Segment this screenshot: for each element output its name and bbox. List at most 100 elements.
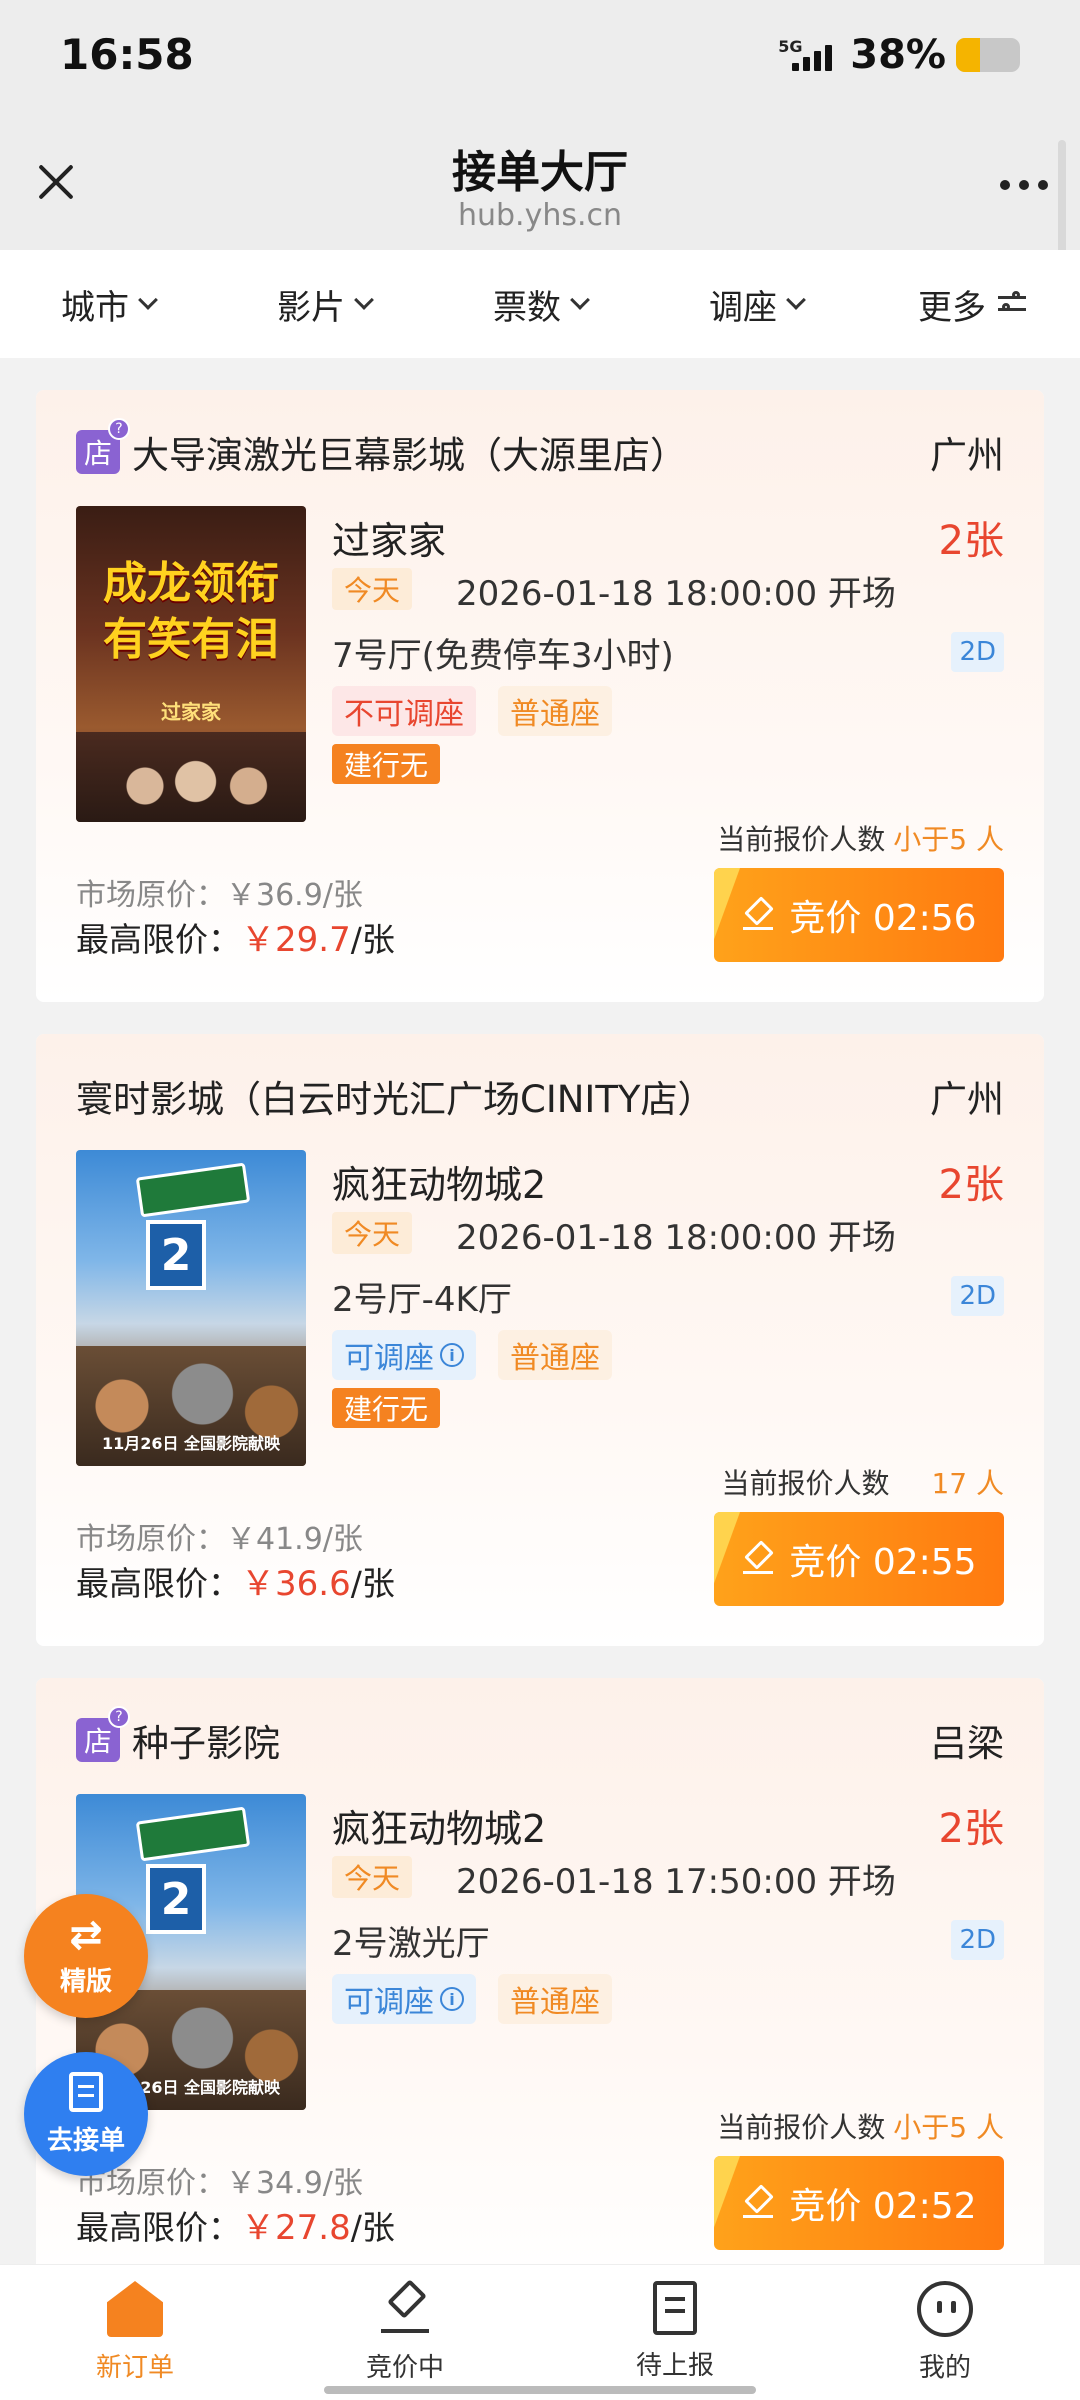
seat-adjust-tag: 不可调座 xyxy=(332,686,476,736)
movie-poster: 2 11月26日 全国影院献映 xyxy=(76,1150,306,1466)
order-card[interactable]: 店 ? 大导演激光巨幕影城（大源里店） 广州 成龙领衔 有笑有泪 过家家 过家家… xyxy=(36,390,1044,1002)
switch-version-label: 精版 xyxy=(59,1966,112,1997)
bank-tag: 建行无 xyxy=(332,744,441,784)
day-tag: 今天 xyxy=(332,1856,413,1898)
max-price-unit: /张 xyxy=(350,2208,395,2247)
filter-bar: 城市 影片 票数 调座 更多 xyxy=(0,250,1080,358)
bank-tag: 建行无 xyxy=(332,1388,441,1428)
max-price-unit: /张 xyxy=(350,1564,395,1603)
help-icon[interactable]: ? xyxy=(108,418,130,440)
max-price-value: ￥29.7 xyxy=(241,920,351,960)
bid-button-label: 竞价 02:52 xyxy=(789,2186,977,2227)
seat-type-tag: 普通座 xyxy=(498,1330,612,1380)
gavel-icon xyxy=(741,1542,775,1576)
info-icon[interactable]: i xyxy=(440,1987,464,2011)
bid-button-label: 竞价 02:55 xyxy=(789,1542,977,1583)
filter-movie[interactable]: 影片 xyxy=(216,280,432,329)
max-price: 最高限价：￥29.7/张 xyxy=(76,912,395,961)
scroll-indicator xyxy=(1058,140,1066,260)
more-options-icon[interactable] xyxy=(1000,180,1048,190)
nav-pending-report[interactable]: 待上报 xyxy=(540,2265,810,2400)
bid-button[interactable]: 竞价 02:52 xyxy=(714,2156,1004,2250)
bidder-value: 小于5 人 xyxy=(893,823,1004,856)
chevron-down-icon xyxy=(570,290,590,310)
cinema-name: 种子影院 xyxy=(132,1722,280,1765)
ticket-count: 2张 xyxy=(938,1162,1004,1208)
status-indicators: 5G 38% xyxy=(778,32,1020,78)
format-badge: 2D xyxy=(951,632,1004,672)
max-price-label: 最高限价： xyxy=(76,2208,241,2247)
cinema-name: 大导演激光巨幕影城（大源里店） xyxy=(132,434,687,477)
store-badge-label: 店 xyxy=(83,1725,112,1758)
order-list: 店 ? 大导演激光巨幕影城（大源里店） 广州 成龙领衔 有笑有泪 过家家 过家家… xyxy=(36,390,1044,2322)
hall-name: 2号激光厅 xyxy=(332,1924,490,1964)
seat-adjust-tag[interactable]: 可调座 i xyxy=(332,1974,476,2024)
order-card[interactable]: 店 ? 种子影院 吕梁 2 11月26日 全国影院献映 疯狂动物城2 2张 今天… xyxy=(36,1678,1044,2290)
max-price-unit: /张 xyxy=(350,920,395,959)
movie-title: 疯狂动物城2 xyxy=(332,1163,547,1207)
filter-city[interactable]: 城市 xyxy=(0,280,216,329)
info-icon[interactable]: i xyxy=(440,1343,464,1367)
chevron-down-icon xyxy=(354,290,374,310)
home-indicator[interactable] xyxy=(324,2386,756,2394)
nav-new-orders[interactable]: 新订单 xyxy=(0,2265,270,2400)
poster-date: 11月26日 全国影院献映 xyxy=(101,1434,281,1453)
switch-version-button[interactable]: ⇄ 精版 xyxy=(24,1894,148,2018)
format-badge: 2D xyxy=(951,1276,1004,1316)
gavel-icon xyxy=(741,898,775,932)
nav-label: 竞价中 xyxy=(365,2353,444,2383)
home-icon xyxy=(107,2281,163,2337)
filter-label: 调座 xyxy=(709,287,777,328)
battery-icon xyxy=(956,38,1020,72)
nav-bidding[interactable]: 竞价中 xyxy=(270,2265,540,2400)
filter-label: 城市 xyxy=(61,287,129,328)
max-price-label: 最高限价： xyxy=(76,1564,241,1603)
max-price: 最高限价：￥36.6/张 xyxy=(76,1556,395,1605)
max-price-label: 最高限价： xyxy=(76,920,241,959)
poster-title: 过家家 xyxy=(161,700,221,724)
help-icon[interactable]: ? xyxy=(108,1706,130,1728)
store-badge-icon[interactable]: 店 ? xyxy=(76,1706,130,1762)
movie-title: 过家家 xyxy=(332,519,447,563)
tag-row: 可调座 i 普通座 xyxy=(332,1974,612,2024)
seat-adjust-label: 可调座 xyxy=(344,1985,434,2020)
bidder-label: 当前报价人数 xyxy=(717,2111,886,2144)
bid-button[interactable]: 竞价 02:56 xyxy=(714,868,1004,962)
day-tag: 今天 xyxy=(332,568,413,610)
bid-button[interactable]: 竞价 02:55 xyxy=(714,1512,1004,1606)
seat-type-tag: 普通座 xyxy=(498,1974,612,2024)
chevron-down-icon xyxy=(786,290,806,310)
bidder-label: 当前报价人数 xyxy=(721,1467,890,1500)
store-badge-label: 店 xyxy=(83,437,112,470)
seat-adjust-tag[interactable]: 可调座 i xyxy=(332,1330,476,1380)
status-time: 16:58 xyxy=(60,30,194,79)
tag-row: 可调座 i 普通座 xyxy=(332,1330,612,1380)
bidder-label: 当前报价人数 xyxy=(717,823,886,856)
movie-poster: 成龙领衔 有笑有泪 过家家 xyxy=(76,506,306,822)
nav-profile[interactable]: 我的 xyxy=(810,2265,1080,2400)
showtime: 2026-01-18 17:50:00 开场 xyxy=(456,1862,896,1902)
tag-row: 不可调座 普通座 xyxy=(332,686,612,736)
poster-headline: 成龙领衔 有笑有泪 xyxy=(103,558,279,665)
title-bar: 接单大厅 hub.yhs.cn xyxy=(0,118,1080,250)
filter-ticket-count[interactable]: 票数 xyxy=(432,280,648,329)
filter-label: 更多 xyxy=(918,287,986,328)
bidder-count: 当前报价人数 小于5 人 xyxy=(717,818,1004,858)
nav-label: 新订单 xyxy=(95,2353,174,2383)
signal-icon: 5G xyxy=(778,35,840,75)
sliders-icon xyxy=(998,291,1026,317)
status-bar: 16:58 5G 38% xyxy=(0,0,1080,118)
gavel-icon xyxy=(741,2186,775,2220)
order-card[interactable]: 寰时影城（白云时光汇广场CINITY店） 广州 2 11月26日 全国影院献映 … xyxy=(36,1034,1044,1646)
filter-label: 票数 xyxy=(493,287,561,328)
document-icon xyxy=(653,2281,697,2335)
max-price-value: ￥27.8 xyxy=(241,2208,351,2248)
filter-label: 影片 xyxy=(277,287,345,328)
market-price: 市场原价：￥36.9/张 xyxy=(76,878,363,913)
bottom-nav: 新订单 竞价中 待上报 我的 xyxy=(0,2264,1080,2400)
store-badge-icon[interactable]: 店 ? xyxy=(76,418,130,474)
filter-more[interactable]: 更多 xyxy=(864,280,1080,329)
take-order-button[interactable]: 去接单 xyxy=(24,2052,148,2176)
filter-seat-adjust[interactable]: 调座 xyxy=(648,280,864,329)
profile-icon xyxy=(917,2281,973,2337)
